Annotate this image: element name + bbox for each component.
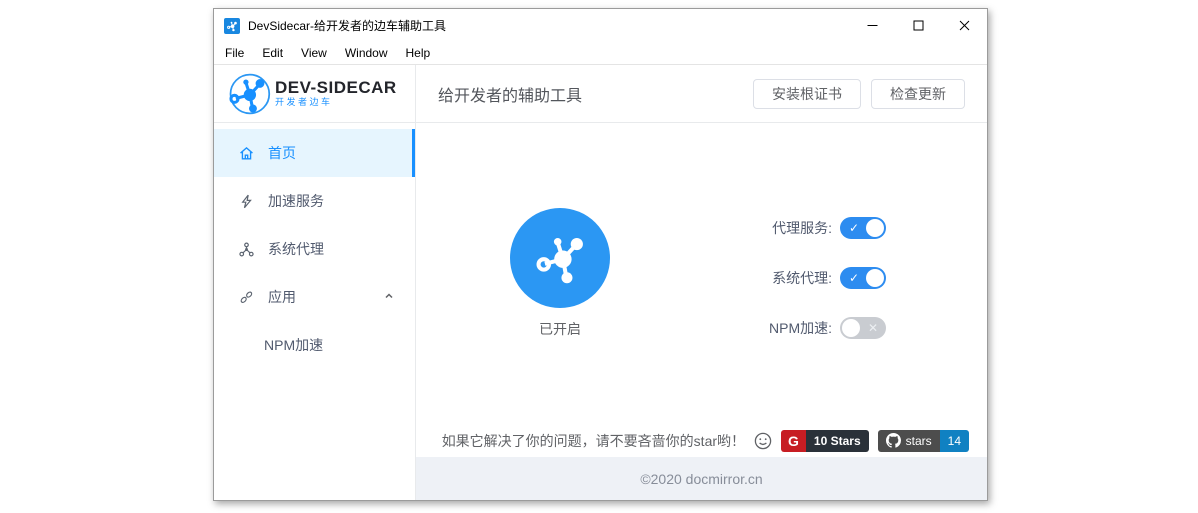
sidebar-item-system-proxy[interactable]: 系统代理 [214, 225, 415, 273]
menu-help[interactable]: Help [397, 42, 440, 64]
sidebar-item-acceleration[interactable]: 加速服务 [214, 177, 415, 225]
sidebar-item-label: 首页 [268, 143, 296, 163]
smiley-icon [754, 432, 772, 450]
toggle-knob [866, 269, 884, 287]
main-header: 给开发者的辅助工具 安装根证书 检查更新 [416, 65, 987, 123]
main-panel: 给开发者的辅助工具 安装根证书 检查更新 [416, 65, 987, 500]
github-star-count: 14 [940, 430, 969, 452]
github-stars-badge[interactable]: stars 14 [878, 430, 969, 452]
title-bar: DevSidecar-给开发者的边车辅助工具 [214, 9, 987, 42]
sidebar-item-label: 应用 [268, 287, 296, 307]
check-icon: ✓ [849, 267, 859, 289]
npm-acceleration-row: NPM加速: ✕ [704, 317, 886, 339]
npm-acceleration-toggle[interactable]: ✕ [840, 317, 886, 339]
chevron-up-icon [383, 289, 395, 305]
menu-bar: File Edit View Window Help [214, 42, 987, 64]
menu-file[interactable]: File [216, 42, 253, 64]
minimize-button[interactable] [849, 9, 895, 42]
menu-window[interactable]: Window [336, 42, 397, 64]
link-icon [238, 289, 255, 306]
proxy-service-toggle[interactable]: ✓ [840, 217, 886, 239]
star-prompt-text: 如果它解决了你的问题，请不要吝啬你的star哟！ [442, 431, 745, 451]
sidebar-item-npm-acceleration[interactable]: NPM加速 [214, 321, 415, 369]
toggle-knob [866, 219, 884, 237]
sidebar-item-apps[interactable]: 应用 [214, 273, 415, 321]
sidebar-item-label: 加速服务 [268, 191, 324, 211]
cross-icon: ✕ [868, 317, 878, 339]
github-stars-label: stars [906, 434, 932, 448]
menu-view[interactable]: View [292, 42, 336, 64]
window-controls [849, 9, 987, 42]
app-icon [224, 18, 240, 34]
toggle-knob [842, 319, 860, 337]
gitee-icon: G [781, 430, 806, 452]
status-label: 已开启 [510, 319, 610, 339]
copyright-text: ©2020 docmirror.cn [640, 471, 762, 487]
gitee-star-count: 10 Stars [806, 430, 869, 452]
close-icon [959, 20, 970, 31]
bolt-icon [238, 193, 255, 210]
logo-title: DEV-SIDECAR [275, 79, 397, 97]
menu-edit[interactable]: Edit [253, 42, 292, 64]
gitee-stars-badge[interactable]: G 10 Stars [781, 430, 869, 452]
sidebar: DEV-SIDECAR 开发者边车 首页 [214, 65, 416, 500]
maximize-icon [913, 20, 924, 31]
proxy-service-row: 代理服务: ✓ [704, 217, 886, 239]
maximize-button[interactable] [895, 9, 941, 42]
logo-molecule-icon [227, 72, 271, 116]
system-proxy-toggle[interactable]: ✓ [840, 267, 886, 289]
check-update-button[interactable]: 检查更新 [871, 79, 965, 109]
sidebar-item-label: 系统代理 [268, 239, 324, 259]
install-root-cert-button[interactable]: 安装根证书 [753, 79, 861, 109]
footer: ©2020 docmirror.cn [416, 457, 987, 500]
home-content: 已开启 代理服务: ✓ 系统代理: ✓ NPM加速: [416, 123, 987, 457]
window-title: DevSidecar-给开发者的边车辅助工具 [248, 17, 446, 34]
close-button[interactable] [941, 9, 987, 42]
npm-acceleration-label: NPM加速: [704, 318, 832, 338]
logo: DEV-SIDECAR 开发者边车 [214, 65, 415, 123]
molecule-icon [531, 229, 589, 287]
sidebar-nav: 首页 加速服务 [214, 123, 415, 369]
nodes-icon [238, 241, 255, 258]
page-title: 给开发者的辅助工具 [438, 82, 582, 106]
status-toggle-circle[interactable] [510, 208, 610, 308]
system-proxy-row: 系统代理: ✓ [704, 267, 886, 289]
star-prompt-line: 如果它解决了你的问题，请不要吝啬你的star哟！ G 10 Stars [442, 429, 969, 452]
home-icon [238, 145, 255, 162]
sidebar-item-home[interactable]: 首页 [214, 129, 415, 177]
minimize-icon [867, 20, 878, 31]
proxy-service-label: 代理服务: [704, 218, 832, 238]
github-icon [886, 433, 901, 448]
app-window: DevSidecar-给开发者的边车辅助工具 File Edit View Wi… [213, 8, 988, 501]
logo-subtitle: 开发者边车 [275, 97, 397, 108]
molecule-icon [226, 20, 238, 32]
check-icon: ✓ [849, 217, 859, 239]
sidebar-item-label: NPM加速 [264, 335, 323, 355]
system-proxy-label: 系统代理: [704, 268, 832, 288]
